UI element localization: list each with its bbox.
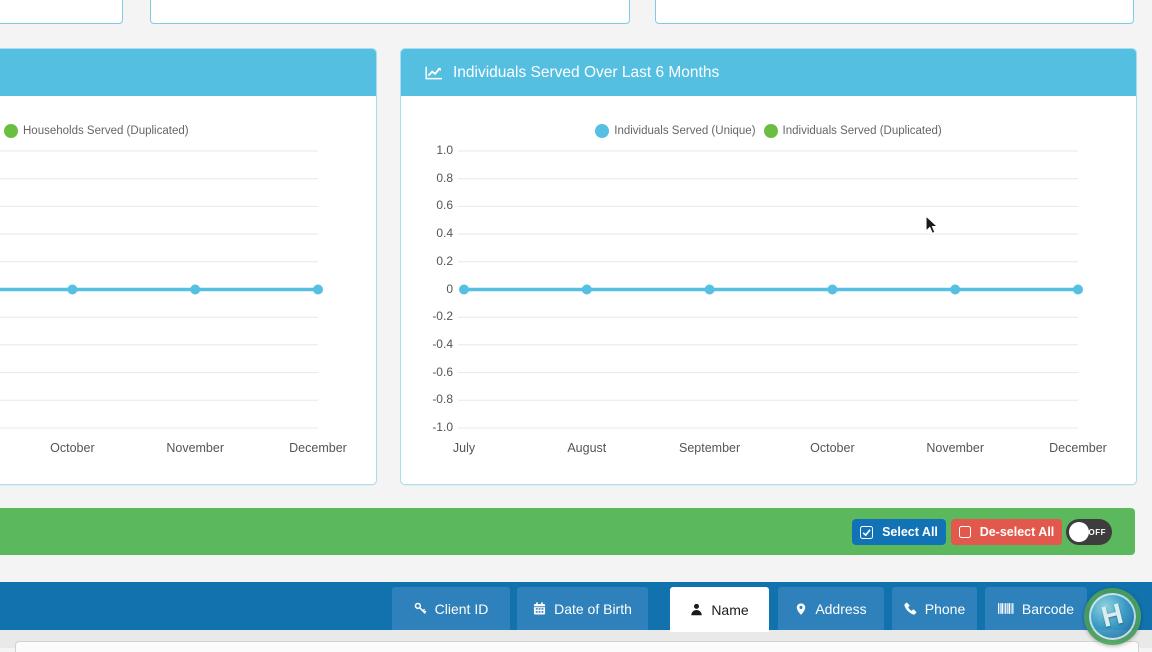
tab-label: Date of Birth	[554, 601, 632, 617]
tab-label: Name	[711, 602, 748, 618]
households-served-chart: Households Served (Duplicated) 1.00.80.6…	[0, 96, 376, 482]
y-axis-tick-label: 0.8	[408, 171, 453, 185]
tab-label: Barcode	[1022, 601, 1074, 617]
top-card	[0, 0, 123, 24]
x-axis-month-label: August	[532, 441, 642, 455]
y-axis-tick-label: 1.0	[408, 143, 453, 157]
results-panel-edge	[15, 641, 1139, 652]
y-axis-tick-label: 0.6	[408, 198, 453, 212]
brand-logo-letter: H	[1098, 598, 1126, 635]
y-axis-tick-label: -0.8	[408, 392, 453, 406]
key-icon	[414, 602, 427, 615]
deselect-all-button[interactable]: De-select All	[951, 519, 1062, 545]
tab-date-of-birth[interactable]: Date of Birth	[517, 587, 648, 630]
top-card	[150, 0, 630, 24]
mouse-cursor	[925, 215, 941, 241]
line-chart-icon	[425, 66, 443, 80]
tab-label: Address	[815, 601, 866, 617]
checkbox-checked-icon	[860, 526, 873, 539]
individuals-panel-header: Individuals Served Over Last 6 Months	[401, 49, 1136, 96]
x-axis-month-label: December	[263, 441, 373, 455]
x-axis-month-label: October	[17, 441, 127, 455]
y-axis-tick-label: -0.2	[408, 309, 453, 323]
toggle-knob[interactable]	[1069, 522, 1089, 542]
selection-toolbar: Select All De-select All OFF	[0, 508, 1135, 555]
tab-address[interactable]: Address	[778, 587, 884, 630]
x-axis-month-label: July	[409, 441, 519, 455]
checkbox-unchecked-icon	[959, 526, 971, 538]
x-axis-month-label: November	[900, 441, 1010, 455]
households-panel-header	[0, 49, 376, 96]
x-axis-month-label: September	[0, 441, 5, 455]
select-all-label: Select All	[882, 525, 938, 539]
y-axis-tick-label: -0.6	[408, 365, 453, 379]
y-axis-tick-label: -1.0	[408, 420, 453, 434]
calendar-icon	[533, 602, 546, 615]
barcode-icon	[998, 602, 1014, 615]
line-chart-canvas	[0, 96, 374, 482]
x-axis-month-label: October	[777, 441, 887, 455]
x-axis-month-label: November	[140, 441, 250, 455]
y-axis-tick-label: 0	[408, 282, 453, 296]
top-card	[655, 0, 1134, 24]
x-axis-month-label: September	[655, 441, 765, 455]
tab-phone[interactable]: Phone	[892, 587, 977, 630]
deselect-all-label: De-select All	[980, 525, 1055, 539]
user-icon	[690, 603, 703, 616]
tab-name[interactable]: Name	[670, 587, 769, 632]
brand-logo-icon: H	[1084, 588, 1141, 645]
tab-label: Client ID	[435, 601, 489, 617]
y-axis-tick-label: 0.2	[408, 254, 453, 268]
select-all-button[interactable]: Select All	[852, 519, 946, 545]
phone-icon	[904, 602, 917, 615]
lookup-tab-bar: Client ID Date of Birth Name	[0, 582, 1152, 630]
y-axis-tick-label: 0.4	[408, 226, 453, 240]
x-axis-month-label: December	[1023, 441, 1133, 455]
y-axis-tick-label: -0.4	[408, 337, 453, 351]
tab-label: Phone	[925, 601, 965, 617]
off-toggle-switch[interactable]: OFF	[1066, 519, 1112, 545]
panel-title: Individuals Served Over Last 6 Months	[453, 64, 719, 82]
households-served-panel: Households Served (Duplicated) 1.00.80.6…	[0, 48, 377, 485]
tab-barcode[interactable]: Barcode	[985, 587, 1087, 630]
individuals-served-panel: Individuals Served Over Last 6 Months In…	[400, 48, 1137, 485]
tab-client-id[interactable]: Client ID	[392, 587, 510, 630]
individuals-served-chart: Individuals Served (Unique)Individuals S…	[401, 96, 1136, 482]
toggle-state-label: OFF	[1089, 528, 1107, 537]
map-marker-icon	[795, 602, 807, 616]
line-chart-canvas	[401, 96, 1134, 482]
